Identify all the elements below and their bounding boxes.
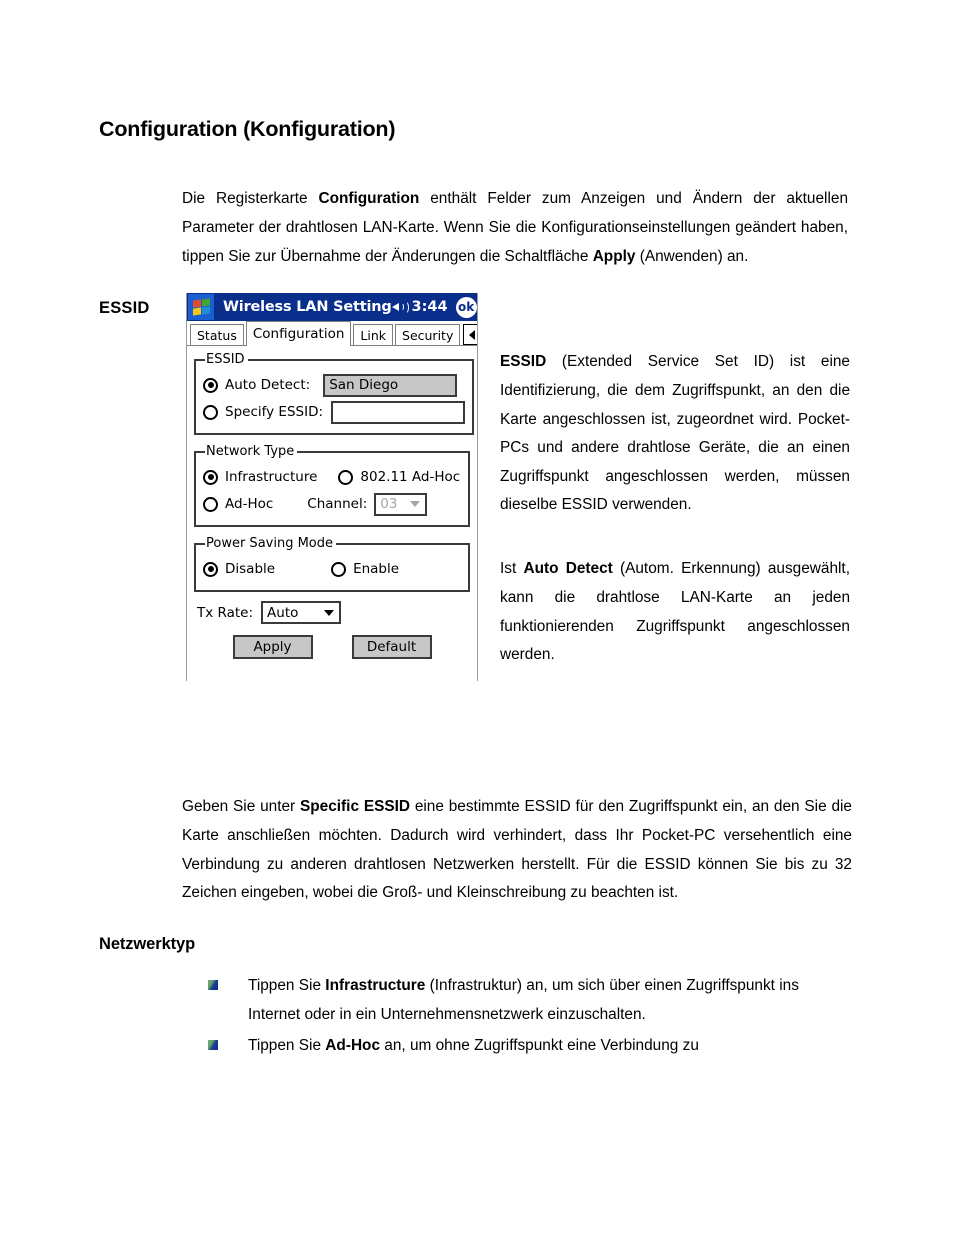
action-button-row: Apply Default	[194, 635, 470, 659]
page-title: Configuration (Konfiguration)	[99, 117, 396, 141]
auto-detect-essid-field[interactable]: San Diego	[323, 373, 458, 397]
list-item: Tippen Sie Infrastructure (Infrastruktur…	[208, 972, 818, 1029]
auto-detect-radio[interactable]	[203, 377, 218, 393]
auto-detect-label: Auto Detect:	[225, 377, 311, 393]
chevron-down-icon	[324, 609, 335, 616]
pocketpc-screenshot: Wireless LAN Setting 3:44 ok Status Conf…	[186, 293, 478, 681]
tab-security[interactable]: Security	[395, 324, 461, 345]
auto-detect-bold: Auto Detect	[523, 560, 613, 578]
essid-description-paragraph: ESSID (Extended Service Set ID) ist eine…	[500, 348, 850, 520]
auto-detect-row: Auto Detect: San Diego	[203, 373, 465, 397]
80211-adhoc-radio[interactable]	[338, 469, 354, 485]
document-page: Configuration (Konfiguration) Die Regist…	[0, 0, 954, 1235]
adhoc-label: Ad-Hoc	[225, 496, 274, 512]
intro-text-1: Die Registerkarte	[182, 190, 319, 208]
list-item: Tippen Sie Ad-Hoc an, um ohne Zugriffspu…	[208, 1032, 818, 1061]
network-type-row-1: Infrastructure 802.11 Ad-Hoc	[203, 465, 461, 489]
power-saving-group-legend: Power Saving Mode	[206, 536, 334, 551]
clock-label[interactable]: 3:44	[412, 299, 448, 315]
list-item-text: Tippen Sie Ad-Hoc an, um ohne Zugriffspu…	[248, 1032, 818, 1061]
green-blue-square-bullet-icon	[208, 1040, 218, 1051]
tab-scroll-controls	[462, 324, 477, 345]
power-saving-enable-radio[interactable]	[331, 561, 347, 577]
80211-adhoc-label: 802.11 Ad-Hoc	[360, 469, 461, 485]
speaker-icon[interactable]	[391, 300, 409, 314]
configuration-panel: ESSID Auto Detect: San Diego Specify ESS…	[187, 346, 477, 659]
bullet-2-text-2: an, um ohne Zugriffspunkt eine Verbindun…	[380, 1037, 699, 1055]
specify-essid-radio[interactable]	[203, 404, 218, 420]
intro-text-3: (Anwenden) an.	[635, 247, 749, 265]
specific-essid-bold: Specific ESSID	[299, 798, 411, 816]
ok-button[interactable]: ok	[455, 296, 477, 318]
triangle-left-icon[interactable]	[463, 324, 477, 345]
power-saving-disable-label: Disable	[225, 561, 276, 577]
network-type-group-legend: Network Type	[206, 444, 295, 459]
bullet-1-text-1: Tippen Sie	[248, 977, 326, 994]
specify-essid-row: Specify ESSID:	[203, 400, 466, 424]
channel-value: 03	[380, 496, 398, 512]
section-title-netzwerktyp: Netzwerktyp	[99, 935, 196, 953]
green-blue-square-bullet-icon	[208, 980, 218, 990]
auto-detect-text-1: Ist	[500, 560, 524, 578]
intro-paragraph: Die Registerkarte Configuration enthält …	[182, 185, 848, 271]
network-type-row-2: Ad-Hoc Channel: 03	[203, 492, 461, 516]
auto-detect-description-paragraph: Ist Auto Detect (Autom. Erkennung) ausge…	[500, 555, 850, 669]
intro-bold-configuration: Configuration	[318, 190, 420, 208]
adhoc-radio[interactable]	[203, 496, 218, 512]
tx-rate-label: Tx Rate:	[197, 604, 254, 621]
default-button[interactable]: Default	[351, 635, 432, 659]
tab-configuration[interactable]: Configuration	[245, 321, 352, 346]
bullet-2-bold: Ad-Hoc	[325, 1037, 381, 1055]
power-saving-group: Power Saving Mode Disable Enable	[194, 536, 470, 592]
apply-button[interactable]: Apply	[232, 635, 313, 659]
tx-rate-value: Auto	[267, 604, 299, 621]
essid-group-legend: ESSID	[206, 352, 245, 367]
tab-link[interactable]: Link	[353, 324, 394, 345]
infrastructure-label: Infrastructure	[225, 469, 318, 485]
specify-essid-label: Specify ESSID:	[225, 404, 324, 420]
netzwerktyp-bullet-list: Tippen Sie Infrastructure (Infrastruktur…	[208, 972, 818, 1064]
intro-bold-apply: Apply	[592, 247, 636, 265]
network-type-group: Network Type Infrastructure 802.11 Ad-Ho…	[194, 444, 470, 527]
channel-dropdown[interactable]: 03	[374, 492, 428, 516]
essid-group: ESSID Auto Detect: San Diego Specify ESS…	[194, 352, 475, 435]
tx-rate-dropdown[interactable]: Auto	[261, 601, 342, 624]
windows-flag-icon[interactable]	[188, 294, 214, 320]
tab-status[interactable]: Status	[190, 324, 244, 345]
chevron-down-icon	[410, 501, 421, 507]
infrastructure-radio[interactable]	[203, 469, 218, 485]
channel-label: Channel:	[307, 496, 368, 512]
bullet-1-bold: Infrastructure	[325, 977, 426, 994]
essid-description-text: (Extended Service Set ID) ist eine Ident…	[500, 353, 850, 514]
specific-essid-paragraph: Geben Sie unter Specific ESSID eine best…	[182, 793, 852, 907]
specify-essid-input[interactable]	[331, 400, 466, 424]
tx-rate-row: Tx Rate: Auto	[197, 601, 470, 624]
device-title-bar: Wireless LAN Setting 3:44 ok	[187, 293, 477, 321]
specific-essid-text-1: Geben Sie unter	[182, 798, 300, 816]
bullet-2-text-1: Tippen Sie	[248, 1037, 326, 1055]
power-saving-enable-label: Enable	[353, 561, 400, 577]
margin-label-essid: ESSID	[99, 299, 150, 317]
device-title: Wireless LAN Setting	[223, 299, 392, 315]
power-saving-disable-radio[interactable]	[203, 561, 218, 577]
list-item-text: Tippen Sie Infrastructure (Infrastruktur…	[248, 972, 818, 1029]
essid-bold: ESSID	[500, 353, 547, 371]
power-saving-row: Disable Enable	[203, 557, 461, 581]
tab-strip: Status Configuration Link Security	[187, 321, 477, 346]
